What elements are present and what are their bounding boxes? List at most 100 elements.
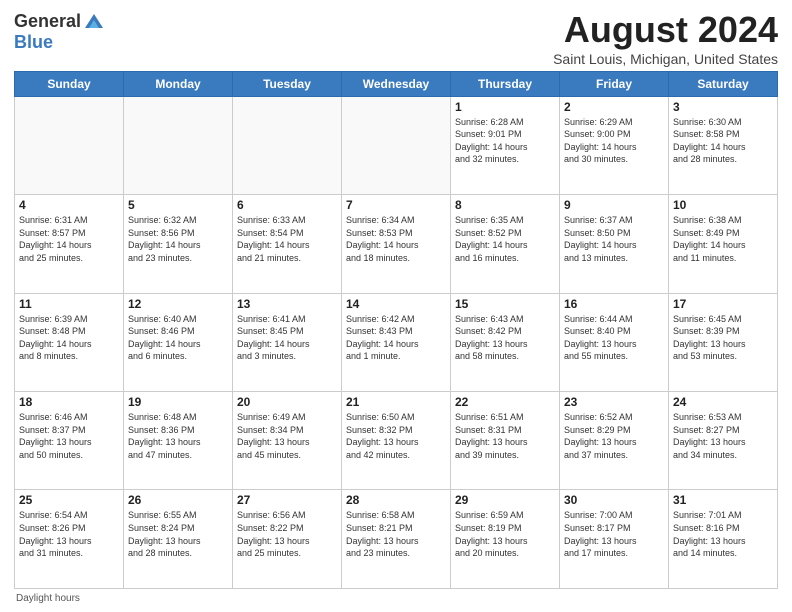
calendar-cell-w3-d5: 15Sunrise: 6:43 AM Sunset: 8:42 PM Dayli…: [451, 293, 560, 391]
calendar-cell-w1-d6: 2Sunrise: 6:29 AM Sunset: 9:00 PM Daylig…: [560, 96, 669, 194]
day-info: Sunrise: 6:46 AM Sunset: 8:37 PM Dayligh…: [19, 411, 119, 461]
day-number: 22: [455, 395, 555, 409]
logo-blue: Blue: [14, 32, 53, 53]
col-tuesday: Tuesday: [233, 71, 342, 96]
subtitle: Saint Louis, Michigan, United States: [553, 51, 778, 67]
day-info: Sunrise: 6:42 AM Sunset: 8:43 PM Dayligh…: [346, 313, 446, 363]
page: General Blue August 2024 Saint Louis, Mi…: [0, 0, 792, 612]
day-info: Sunrise: 6:45 AM Sunset: 8:39 PM Dayligh…: [673, 313, 773, 363]
day-number: 29: [455, 493, 555, 507]
calendar-cell-w5-d3: 27 Sunrise: 6:56 AM Sunset: 8:22 PM Dayli…: [233, 490, 342, 589]
day-info: Sunrise: 6:52 AM Sunset: 8:29 PM Dayligh…: [564, 411, 664, 461]
logo-area: General Blue: [14, 10, 105, 53]
day-info: Sunrise: 6:33 AM Sunset: 8:54 PM Dayligh…: [237, 214, 337, 264]
day-info: Sunrise: 6:41 AM Sunset: 8:45 PM Dayligh…: [237, 313, 337, 363]
calendar-cell-w5-d6: 30Sunrise: 7:00 AM Sunset: 8:17 PM Dayli…: [560, 490, 669, 589]
calendar-cell-w2-d5: 8 Sunrise: 6:35 AM Sunset: 8:52 PM Daylig…: [451, 195, 560, 293]
calendar-cell-w4-d4: 21Sunrise: 6:50 AM Sunset: 8:32 PM Dayli…: [342, 392, 451, 490]
col-friday: Friday: [560, 71, 669, 96]
col-sunday: Sunday: [15, 71, 124, 96]
day-number: 13: [237, 297, 337, 311]
day-info: Sunrise: 6:32 AM Sunset: 8:56 PM Dayligh…: [128, 214, 228, 264]
day-number: 24: [673, 395, 773, 409]
calendar-cell-w3-d3: 13 Sunrise: 6:41 AM Sunset: 8:45 PM Dayli…: [233, 293, 342, 391]
day-number: 5: [128, 198, 228, 212]
day-number: 14: [346, 297, 446, 311]
col-saturday: Saturday: [669, 71, 778, 96]
calendar-cell-w2-d1: 4 Sunrise: 6:31 AM Sunset: 8:57 PM Daylig…: [15, 195, 124, 293]
day-info: Sunrise: 6:55 AM Sunset: 8:24 PM Dayligh…: [128, 509, 228, 559]
day-info: Sunrise: 6:30 AM Sunset: 8:58 PM Dayligh…: [673, 116, 773, 166]
calendar-cell-w1-d3: [233, 96, 342, 194]
day-number: 23: [564, 395, 664, 409]
calendar-week-5: 25Sunrise: 6:54 AM Sunset: 8:26 PM Dayli…: [15, 490, 778, 589]
day-info: Sunrise: 6:56 AM Sunset: 8:22 PM Dayligh…: [237, 509, 337, 559]
day-info: Sunrise: 6:51 AM Sunset: 8:31 PM Dayligh…: [455, 411, 555, 461]
day-number: 8: [455, 198, 555, 212]
day-number: 2: [564, 100, 664, 114]
day-number: 16: [564, 297, 664, 311]
calendar-cell-w1-d5: 1Sunrise: 6:28 AM Sunset: 9:01 PM Daylig…: [451, 96, 560, 194]
day-number: 28: [346, 493, 446, 507]
calendar-week-2: 4 Sunrise: 6:31 AM Sunset: 8:57 PM Daylig…: [15, 195, 778, 293]
day-number: 19: [128, 395, 228, 409]
calendar-cell-w5-d5: 29 Sunrise: 6:59 AM Sunset: 8:19 PM Dayli…: [451, 490, 560, 589]
calendar-cell-w3-d2: 12Sunrise: 6:40 AM Sunset: 8:46 PM Dayli…: [124, 293, 233, 391]
day-number: 10: [673, 198, 773, 212]
day-number: 31: [673, 493, 773, 507]
col-wednesday: Wednesday: [342, 71, 451, 96]
day-number: 7: [346, 198, 446, 212]
calendar-cell-w3-d6: 16Sunrise: 6:44 AM Sunset: 8:40 PM Dayli…: [560, 293, 669, 391]
calendar-cell-w2-d3: 6 Sunrise: 6:33 AM Sunset: 8:54 PM Daylig…: [233, 195, 342, 293]
calendar-cell-w5-d1: 25Sunrise: 6:54 AM Sunset: 8:26 PM Dayli…: [15, 490, 124, 589]
calendar-cell-w2-d6: 9Sunrise: 6:37 AM Sunset: 8:50 PM Daylig…: [560, 195, 669, 293]
day-info: Sunrise: 6:59 AM Sunset: 8:19 PM Dayligh…: [455, 509, 555, 559]
day-info: Sunrise: 6:43 AM Sunset: 8:42 PM Dayligh…: [455, 313, 555, 363]
calendar-cell-w3-d4: 14 Sunrise: 6:42 AM Sunset: 8:43 PM Dayli…: [342, 293, 451, 391]
calendar-cell-w1-d1: [15, 96, 124, 194]
day-number: 17: [673, 297, 773, 311]
calendar-cell-w5-d2: 26 Sunrise: 6:55 AM Sunset: 8:24 PM Dayli…: [124, 490, 233, 589]
calendar-cell-w4-d7: 24 Sunrise: 6:53 AM Sunset: 8:27 PM Dayli…: [669, 392, 778, 490]
day-info: Sunrise: 6:53 AM Sunset: 8:27 PM Dayligh…: [673, 411, 773, 461]
calendar-cell-w1-d7: 3 Sunrise: 6:30 AM Sunset: 8:58 PM Daylig…: [669, 96, 778, 194]
day-number: 12: [128, 297, 228, 311]
day-info: Sunrise: 6:48 AM Sunset: 8:36 PM Dayligh…: [128, 411, 228, 461]
calendar-cell-w4-d6: 23 Sunrise: 6:52 AM Sunset: 8:29 PM Dayli…: [560, 392, 669, 490]
calendar-cell-w4-d2: 19 Sunrise: 6:48 AM Sunset: 8:36 PM Dayli…: [124, 392, 233, 490]
calendar-cell-w1-d2: [124, 96, 233, 194]
calendar-cell-w2-d2: 5 Sunrise: 6:32 AM Sunset: 8:56 PM Daylig…: [124, 195, 233, 293]
day-number: 30: [564, 493, 664, 507]
header: General Blue August 2024 Saint Louis, Mi…: [14, 10, 778, 67]
col-thursday: Thursday: [451, 71, 560, 96]
day-number: 3: [673, 100, 773, 114]
day-number: 6: [237, 198, 337, 212]
day-number: 18: [19, 395, 119, 409]
col-monday: Monday: [124, 71, 233, 96]
day-number: 27: [237, 493, 337, 507]
month-title: August 2024: [553, 10, 778, 50]
calendar-cell-w3-d7: 17 Sunrise: 6:45 AM Sunset: 8:39 PM Dayli…: [669, 293, 778, 391]
logo: General: [14, 10, 105, 32]
day-number: 20: [237, 395, 337, 409]
day-info: Sunrise: 6:31 AM Sunset: 8:57 PM Dayligh…: [19, 214, 119, 264]
day-info: Sunrise: 6:37 AM Sunset: 8:50 PM Dayligh…: [564, 214, 664, 264]
calendar-cell-w4-d3: 20 Sunrise: 6:49 AM Sunset: 8:34 PM Dayli…: [233, 392, 342, 490]
calendar-cell-w3-d1: 11Sunrise: 6:39 AM Sunset: 8:48 PM Dayli…: [15, 293, 124, 391]
calendar-cell-w1-d4: [342, 96, 451, 194]
calendar-week-4: 18 Sunrise: 6:46 AM Sunset: 8:37 PM Dayli…: [15, 392, 778, 490]
day-number: 25: [19, 493, 119, 507]
day-number: 26: [128, 493, 228, 507]
title-area: August 2024 Saint Louis, Michigan, Unite…: [553, 10, 778, 67]
day-info: Sunrise: 6:35 AM Sunset: 8:52 PM Dayligh…: [455, 214, 555, 264]
calendar-cell-w5-d7: 31 Sunrise: 7:01 AM Sunset: 8:16 PM Dayli…: [669, 490, 778, 589]
day-info: Sunrise: 6:50 AM Sunset: 8:32 PM Dayligh…: [346, 411, 446, 461]
day-info: Sunrise: 7:01 AM Sunset: 8:16 PM Dayligh…: [673, 509, 773, 559]
calendar-cell-w2-d4: 7 Sunrise: 6:34 AM Sunset: 8:53 PM Daylig…: [342, 195, 451, 293]
calendar-header-row: Sunday Monday Tuesday Wednesday Thursday…: [15, 71, 778, 96]
day-number: 4: [19, 198, 119, 212]
day-info: Sunrise: 6:34 AM Sunset: 8:53 PM Dayligh…: [346, 214, 446, 264]
day-info: Sunrise: 6:38 AM Sunset: 8:49 PM Dayligh…: [673, 214, 773, 264]
day-info: Sunrise: 6:39 AM Sunset: 8:48 PM Dayligh…: [19, 313, 119, 363]
day-info: Sunrise: 6:49 AM Sunset: 8:34 PM Dayligh…: [237, 411, 337, 461]
